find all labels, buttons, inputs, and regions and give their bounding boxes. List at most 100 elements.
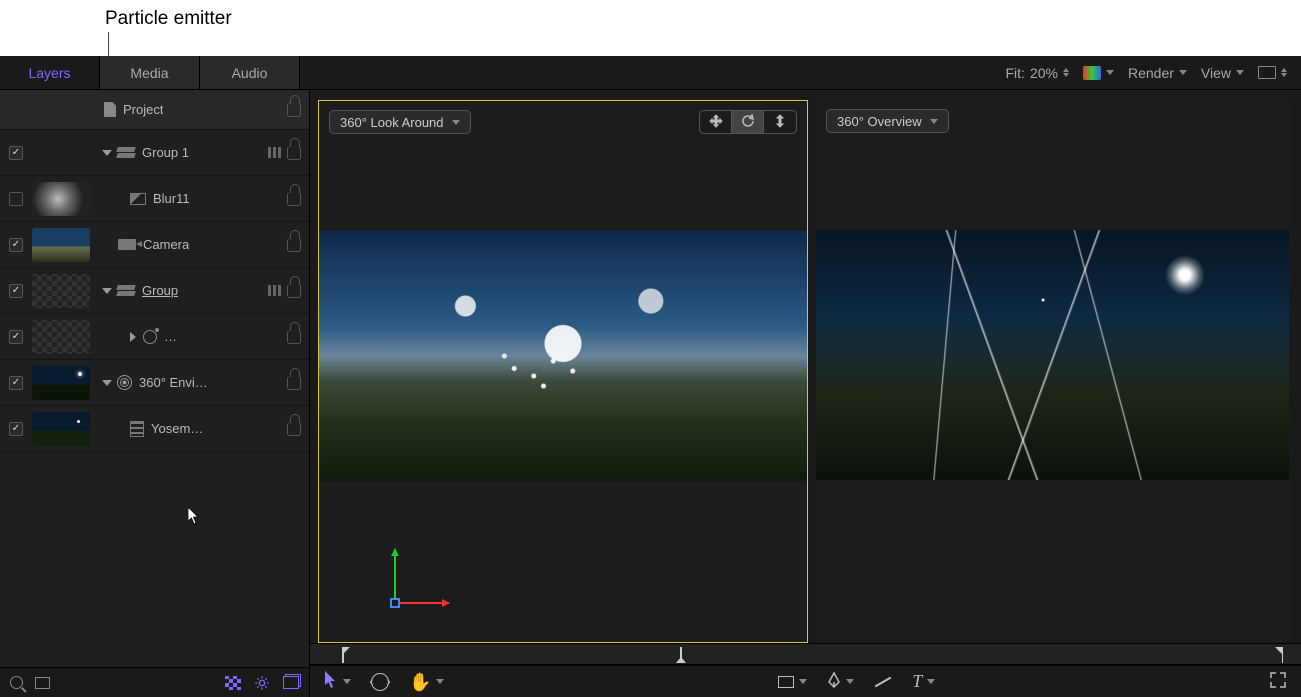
select-tool[interactable] [324, 671, 351, 692]
layer-name: Yosem… [151, 421, 203, 436]
layer-row-blur11[interactable]: Blur11 [0, 176, 309, 222]
tab-media[interactable]: Media [100, 56, 200, 89]
hand-icon: ✋ [409, 673, 431, 691]
out-point-marker[interactable] [1275, 647, 1283, 663]
project-label: Project [123, 102, 163, 117]
axis-gizmo[interactable] [374, 542, 444, 612]
layers-panel: Project Group 1 [0, 90, 310, 697]
disclosure-triangle-icon[interactable] [102, 288, 112, 294]
line-tool[interactable] [874, 681, 892, 683]
layer-name: … [164, 329, 177, 344]
chevron-down-icon [452, 120, 460, 125]
lock-icon[interactable] [287, 376, 301, 390]
camera-mode-label: 360° Overview [837, 114, 922, 129]
stepper-icon [1063, 68, 1069, 77]
visibility-checkbox[interactable] [9, 284, 23, 298]
layer-thumbnail [32, 320, 90, 354]
playhead-marker[interactable] [680, 647, 682, 663]
layer-row-emitter[interactable]: … [0, 314, 309, 360]
layer-name: Group [142, 283, 178, 298]
filter-icon[interactable] [35, 677, 50, 689]
x-axis-icon [394, 602, 449, 604]
lock-icon[interactable] [287, 103, 301, 117]
layer-name: Blur11 [153, 191, 190, 206]
visibility-checkbox[interactable] [9, 422, 23, 436]
search-icon[interactable] [10, 676, 23, 689]
layer-thumbnail [32, 274, 90, 308]
expand-icon [1269, 671, 1287, 692]
preview-mode-icon[interactable] [225, 676, 241, 690]
frames-icon[interactable] [283, 676, 299, 689]
group-icon [117, 285, 135, 297]
lock-icon[interactable] [287, 422, 301, 436]
visibility-checkbox[interactable] [9, 238, 23, 252]
panel-tabbar: Layers Media Audio Fit: 20% Render View [0, 56, 1301, 90]
layers-footer [0, 667, 309, 697]
dolly-mode-button[interactable] [764, 111, 796, 133]
lock-icon[interactable] [287, 284, 301, 298]
orbit-icon [371, 673, 389, 691]
lock-icon[interactable] [287, 238, 301, 252]
layer-name: Camera [143, 237, 189, 252]
tab-layers[interactable]: Layers [0, 56, 100, 89]
layer-thumbnail [32, 228, 90, 262]
viewport-left[interactable]: 360° Look Around [318, 100, 808, 643]
rotate-icon [741, 114, 755, 131]
chevron-down-icon [927, 679, 935, 684]
mask-tool[interactable] [778, 676, 807, 688]
move-icon [709, 114, 723, 131]
blend-mode-icon[interactable] [268, 147, 281, 158]
pan-mode-button[interactable] [700, 111, 732, 133]
pen-icon [827, 672, 841, 691]
in-point-marker[interactable] [342, 647, 350, 663]
layer-row-yosemite[interactable]: Yosem… [0, 406, 309, 452]
layer-thumbnail [32, 366, 90, 400]
tab-audio[interactable]: Audio [200, 56, 300, 89]
lock-icon[interactable] [287, 330, 301, 344]
render-menu[interactable]: Render [1128, 65, 1187, 81]
layer-row-360env[interactable]: 360° Envi… [0, 360, 309, 406]
view-label: View [1201, 65, 1231, 81]
camera-mode-menu-right[interactable]: 360° Overview [826, 109, 949, 133]
disclosure-triangle-icon[interactable] [102, 380, 112, 386]
camera-mode-menu-left[interactable]: 360° Look Around [329, 110, 471, 134]
visibility-checkbox[interactable] [9, 330, 23, 344]
layer-row-group[interactable]: Group [0, 268, 309, 314]
pan-tool[interactable]: ✋ [409, 673, 444, 691]
blend-mode-icon[interactable] [268, 285, 281, 296]
lock-icon[interactable] [287, 192, 301, 206]
line-icon [875, 676, 892, 687]
viewport-right[interactable]: 360° Overview [816, 100, 1289, 643]
color-chip-icon [1083, 66, 1101, 80]
orbit-mode-button[interactable] [732, 111, 764, 133]
view-menu[interactable]: View [1201, 65, 1244, 81]
lock-icon[interactable] [287, 146, 301, 160]
text-icon: T [912, 671, 922, 692]
visibility-checkbox[interactable] [9, 146, 23, 160]
text-tool[interactable]: T [912, 671, 935, 692]
360-environment-icon [117, 375, 132, 390]
canvas-preview-left [319, 231, 807, 481]
layer-row-group1[interactable]: Group 1 [0, 130, 309, 176]
project-row[interactable]: Project [0, 90, 309, 130]
transform-mode-segmented[interactable] [699, 110, 797, 134]
mini-timeline[interactable] [310, 643, 1301, 665]
canvas-preview-right [816, 230, 1289, 480]
layer-name: 360° Envi… [139, 375, 208, 390]
3d-transform-tool[interactable] [371, 673, 389, 691]
pen-tool[interactable] [827, 672, 854, 691]
fullscreen-button[interactable] [1269, 671, 1287, 692]
camera-icon [118, 239, 136, 250]
color-channel-menu[interactable] [1083, 66, 1114, 80]
render-label: Render [1128, 65, 1174, 81]
viewport-layout-menu[interactable] [1258, 66, 1287, 79]
layer-row-camera[interactable]: Camera [0, 222, 309, 268]
gear-icon[interactable] [253, 675, 271, 691]
disclosure-triangle-icon[interactable] [130, 332, 136, 342]
canvas-toolbar: ✋ T [310, 665, 1301, 697]
chevron-down-icon [799, 679, 807, 684]
zoom-fit-control[interactable]: Fit: 20% [1006, 65, 1069, 81]
disclosure-triangle-icon[interactable] [102, 150, 112, 156]
visibility-checkbox[interactable] [9, 376, 23, 390]
visibility-checkbox[interactable] [9, 192, 23, 206]
